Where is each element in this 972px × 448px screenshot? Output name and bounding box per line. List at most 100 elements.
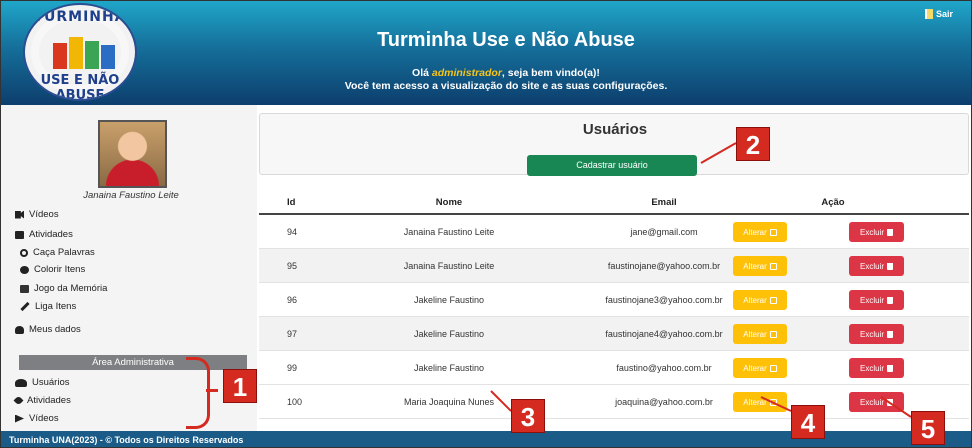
site-footer: Turminha UNA(2023) - © Todos os Direitos… — [1, 431, 971, 447]
sidebar-item-usuarios[interactable]: Usuários — [15, 377, 70, 388]
logo-top-text: TURMINHA — [33, 9, 127, 25]
table-row: 94 Janaina Faustino Leite jane@gmail.com… — [259, 215, 969, 249]
edit-label: Alterar — [743, 295, 767, 305]
sidebar-item-label: Usuários — [32, 377, 70, 388]
cell-id: 96 — [287, 294, 298, 305]
sidebar-item-meus-dados[interactable]: Meus dados — [15, 324, 81, 335]
table-row: 95 Janaina Faustino Leite faustinojane@y… — [259, 249, 969, 283]
annotation-brace-tip — [206, 389, 218, 392]
leaf-icon — [13, 395, 24, 406]
delete-label: Excluir — [859, 329, 884, 339]
delete-button[interactable]: Excluir — [849, 290, 904, 310]
delete-label: Excluir — [859, 295, 884, 305]
search-icon — [20, 248, 28, 257]
user-icon — [15, 325, 24, 334]
edit-button[interactable]: Alterar — [733, 358, 787, 378]
cell-name: Jakeline Faustino — [413, 294, 485, 305]
cell-id: 100 — [287, 396, 303, 407]
sidebar-item-admin-videos[interactable]: Vídeos — [15, 413, 59, 424]
edit-button[interactable]: Alterar — [733, 324, 787, 344]
table-row: 97 Jakeline Faustino faustinojane4@yahoo… — [259, 317, 969, 351]
sidebar-user-name: Janaina Faustino Leite — [83, 190, 179, 201]
page-header-card: Usuários Cadastrar usuário — [259, 113, 969, 176]
delete-label: Excluir — [859, 261, 884, 271]
delete-label: Excluir — [859, 363, 884, 373]
sidebar-item-atividades[interactable]: Atividades — [15, 229, 73, 240]
edit-label: Alterar — [743, 329, 767, 339]
trash-icon — [887, 296, 893, 304]
callout-3: 3 — [511, 399, 545, 433]
edit-icon — [769, 228, 777, 236]
trash-icon — [887, 364, 893, 372]
pencil-icon — [20, 301, 30, 312]
edit-button[interactable]: Alterar — [733, 290, 787, 310]
delete-button[interactable]: Excluir — [849, 222, 904, 242]
photo-icon — [20, 284, 29, 293]
edit-label: Alterar — [743, 363, 767, 373]
site-title: Turminha Use e Não Abuse — [377, 29, 635, 51]
video-icon — [15, 210, 24, 219]
play-icon — [15, 414, 24, 423]
greeting-suffix: , seja bem vindo(a)! — [501, 67, 600, 79]
sidebar-item-caca-palavras[interactable]: Caça Palavras — [20, 247, 95, 258]
sidebar-item-videos[interactable]: Vídeos — [15, 209, 59, 220]
delete-button[interactable]: Excluir — [849, 358, 904, 378]
sidebar-item-label: Vídeos — [29, 209, 59, 220]
sidebar-item-colorir-itens[interactable]: Colorir Itens — [20, 264, 85, 275]
callout-2: 2 — [736, 127, 770, 161]
edit-button[interactable]: Alterar — [733, 392, 787, 412]
sidebar-item-label: Meus dados — [29, 324, 81, 335]
cell-name: Janaina Faustino Leite — [403, 226, 495, 237]
logout-link[interactable]: Sair — [925, 9, 953, 19]
logo-house — [69, 37, 83, 69]
delete-button[interactable]: Excluir — [849, 392, 904, 412]
edit-button[interactable]: Alterar — [733, 256, 787, 276]
logo-house — [85, 41, 99, 69]
edit-label: Alterar — [743, 397, 767, 407]
add-user-button[interactable]: Cadastrar usuário — [527, 155, 697, 176]
sidebar-item-label: Vídeos — [29, 413, 59, 424]
page-title: Usuários — [582, 121, 648, 138]
table-row: 96 Jakeline Faustino faustinojane3@yahoo… — [259, 283, 969, 317]
site-logo[interactable]: TURMINHA USE E NÃO ABUSE — [23, 3, 137, 101]
edit-button[interactable]: Alterar — [733, 222, 787, 242]
cell-id: 94 — [287, 226, 298, 237]
table-row: 100 Maria Joaquina Nunes joaquina@yahoo.… — [259, 385, 969, 419]
trash-icon — [887, 262, 893, 270]
cell-id: 95 — [287, 260, 298, 271]
avatar — [98, 120, 167, 188]
edit-label: Alterar — [743, 227, 767, 237]
sidebar-item-jogo-da-memoria[interactable]: Jogo da Memória — [20, 283, 107, 294]
edit-icon — [769, 330, 777, 338]
palette-icon — [20, 265, 29, 274]
delete-button[interactable]: Excluir — [849, 256, 904, 276]
welcome-message: Olá administrador, seja bem vindo(a)! Vo… — [291, 67, 721, 93]
trash-icon — [887, 330, 893, 338]
edit-icon — [769, 398, 777, 406]
column-header-acao: Ação — [821, 196, 845, 208]
delete-label: Excluir — [859, 227, 884, 237]
edit-icon — [769, 364, 777, 372]
table-header: Id Nome Email Ação — [259, 191, 969, 215]
sidebar-item-label: Liga Itens — [35, 301, 77, 312]
logo-house — [53, 43, 67, 69]
cell-name: Janaina Faustino Leite — [403, 260, 495, 271]
users-icon — [15, 378, 27, 387]
sidebar-item-admin-atividades[interactable]: Atividades — [13, 395, 71, 406]
delete-button[interactable]: Excluir — [849, 324, 904, 344]
cell-name: Jakeline Faustino — [413, 328, 485, 339]
greeting-user: administrador — [431, 67, 502, 79]
callout-5: 5 — [911, 411, 945, 445]
access-line: Você tem acesso a visualização do site e… — [344, 80, 668, 92]
callout-1: 1 — [223, 369, 257, 403]
site-header: TURMINHA USE E NÃO ABUSE Turminha Use e … — [1, 1, 971, 105]
logo-bottom-text: USE E NÃO ABUSE — [40, 73, 120, 101]
sidebar-item-label: Jogo da Memória — [34, 283, 108, 294]
sidebar: Janaina Faustino Leite Vídeos Atividades… — [1, 105, 257, 431]
greeting-line: Olá administrador, seja bem vindo(a)! — [291, 67, 721, 80]
cell-name: Jakeline Faustino — [413, 362, 485, 373]
column-header-id: Id — [287, 196, 296, 208]
sidebar-item-liga-itens[interactable]: Liga Itens — [20, 301, 76, 312]
annotation-brace — [186, 357, 210, 429]
trash-icon — [887, 398, 893, 406]
